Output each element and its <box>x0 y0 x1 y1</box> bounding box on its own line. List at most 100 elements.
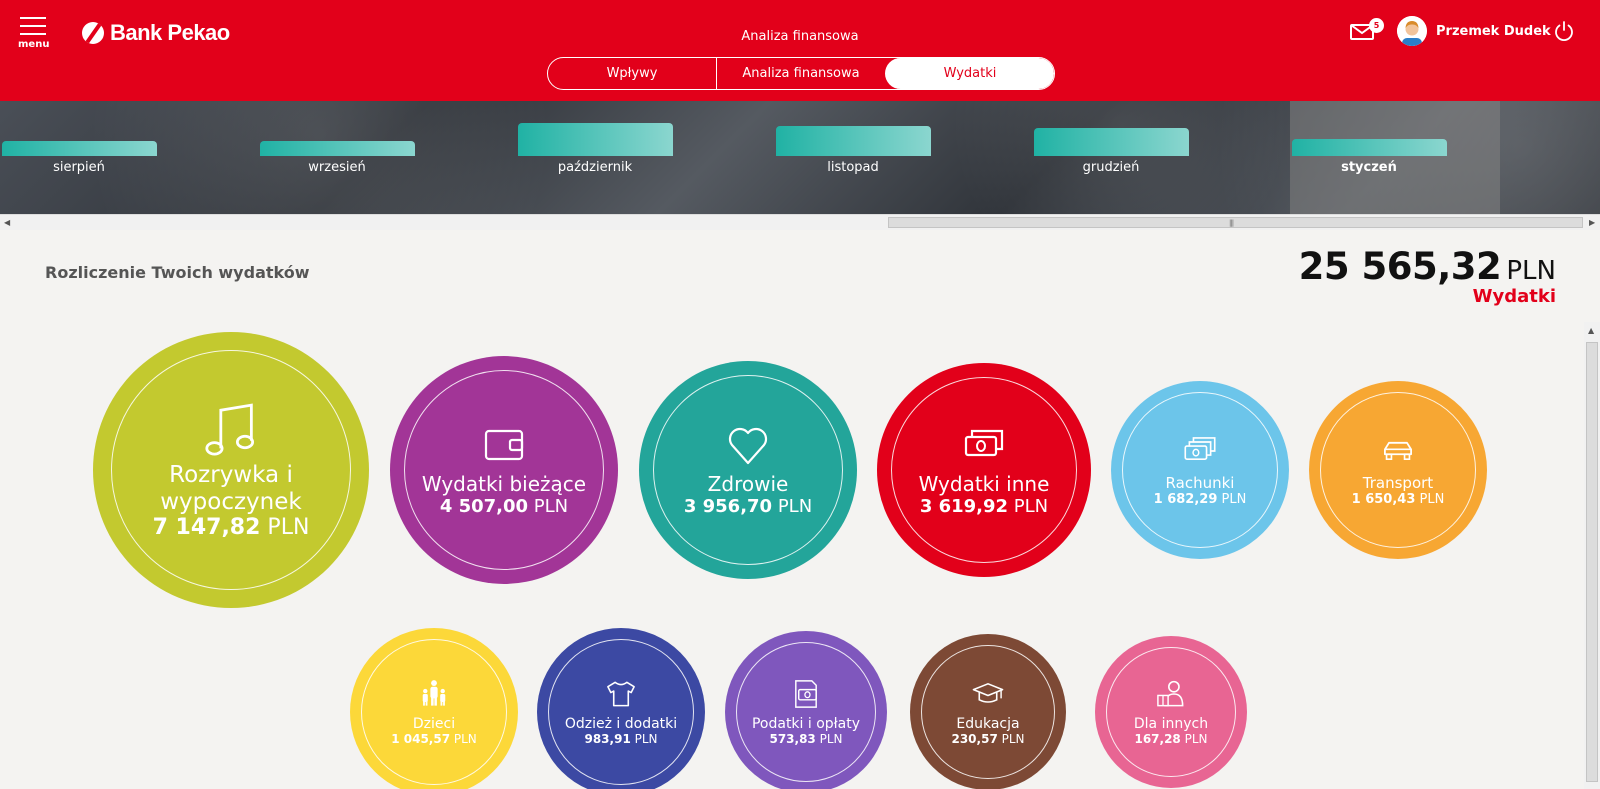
category-currency: PLN <box>450 732 477 747</box>
category-name: Podatki i opłaty <box>751 715 861 732</box>
category-amount: 3 619,92 PLN <box>920 496 1048 517</box>
month-bar <box>1292 139 1447 156</box>
bubble-content: Edukacja 230,57 PLN <box>951 678 1025 746</box>
hamburger-icon <box>20 17 46 19</box>
month-label: wrzesień <box>308 160 366 175</box>
category-amount-value: 167,28 <box>1134 732 1181 747</box>
category-name: Rachunki <box>1165 473 1235 492</box>
month-wrzesien[interactable]: wrzesień <box>258 101 516 214</box>
total-amount: 25 565,32 <box>1298 245 1502 288</box>
grip-icon: ||| <box>1229 219 1234 227</box>
category-amount-value: 230,57 <box>951 732 998 747</box>
category-bubble-zdrowie[interactable]: Zdrowie 3 956,70 PLN <box>639 361 857 579</box>
total-currency: PLN <box>1506 256 1556 286</box>
category-amount-value: 3 956,70 <box>683 496 773 517</box>
months-strip: sierpień wrzesień październik listopad g… <box>0 101 1600 214</box>
month-label: październik <box>557 160 633 175</box>
category-bubble-dla-innych[interactable]: Dla innych 167,28 PLN <box>1095 636 1247 788</box>
category-amount: 1 682,29 PLN <box>1154 492 1247 507</box>
month-label: sierpień <box>53 160 105 175</box>
month-styczen[interactable]: styczeń <box>1290 101 1500 214</box>
vertical-scroll-thumb[interactable] <box>1586 342 1598 782</box>
category-name: Dzieci <box>412 715 456 732</box>
banknotes-icon <box>962 423 1006 473</box>
bubble-content: Dla innych 167,28 PLN <box>1134 678 1208 746</box>
category-bubble-rozrywka-i-wypoczynek[interactable]: Rozrywka i wypoczynek 7 147,82 PLN <box>93 332 369 608</box>
category-amount: 230,57 PLN <box>951 732 1024 746</box>
category-bubble-podatki-i-oplaty[interactable]: Podatki i opłaty 573,83 PLN <box>725 631 887 789</box>
bubble-content: Dzieci 1 045,57 PLN <box>391 678 477 746</box>
vertical-scrollbar[interactable]: ▲ <box>1584 322 1600 789</box>
category-bubble-transport[interactable]: Transport 1 650,43 PLN <box>1309 381 1487 559</box>
month-listopad[interactable]: listopad <box>774 101 1032 214</box>
category-amount-value: 1 045,57 <box>391 732 451 747</box>
category-bubble-wydatki-biezace[interactable]: Wydatki bieżące 4 507,00 PLN <box>390 356 618 584</box>
category-bubble-rachunki[interactable]: Rachunki 1 682,29 PLN <box>1111 381 1289 559</box>
power-icon[interactable] <box>1553 20 1575 42</box>
month-label: styczeń <box>1341 160 1397 175</box>
category-currency: PLN <box>997 732 1025 747</box>
scroll-up-icon[interactable]: ▲ <box>1588 326 1594 335</box>
wallet-icon <box>482 423 526 473</box>
gift-person-icon <box>1155 678 1187 716</box>
category-currency: PLN <box>772 496 813 517</box>
category-amount-value: 3 619,92 <box>919 496 1009 517</box>
scroll-left-icon[interactable]: ◀ <box>4 218 10 227</box>
month-label: listopad <box>827 160 879 175</box>
section-tabs: Wpływy Analiza finansowa Wydatki <box>547 57 1055 90</box>
user-name[interactable]: Przemek Dudek <box>1436 24 1551 39</box>
category-bubble-dzieci[interactable]: Dzieci 1 045,57 PLN <box>350 628 518 789</box>
category-amount-value: 573,83 <box>769 732 816 747</box>
category-bubble-wydatki-inne[interactable]: Wydatki inne 3 619,92 PLN <box>877 363 1091 577</box>
messages-count-badge: 5 <box>1369 18 1384 33</box>
category-amount: 7 147,82 PLN <box>153 515 310 540</box>
month-grudzien[interactable]: grudzień <box>1032 101 1290 214</box>
category-name: Wydatki inne <box>918 472 1050 496</box>
category-currency: PLN <box>1008 496 1049 517</box>
total-label: Wydatki <box>1472 286 1556 307</box>
month-bar <box>518 123 673 156</box>
summary-title: Rozliczenie Twoich wydatków <box>45 263 310 282</box>
bubble-content: Odzież i dodatki 983,91 PLN <box>565 678 677 746</box>
category-bubble-odziez-i-dodatki[interactable]: Odzież i dodatki 983,91 PLN <box>537 628 705 789</box>
month-bar <box>2 141 157 156</box>
category-currency: PLN <box>630 732 658 747</box>
horizontal-scrollbar[interactable]: ◀ ||| ▶ <box>0 214 1600 230</box>
scroll-right-icon[interactable]: ▶ <box>1589 218 1595 227</box>
category-currency: PLN <box>260 514 310 540</box>
month-sierpien[interactable]: sierpień <box>0 101 258 214</box>
tab-wplywy[interactable]: Wpływy <box>548 58 716 89</box>
horizontal-scroll-thumb[interactable]: ||| <box>888 217 1583 228</box>
category-currency: PLN <box>528 496 569 517</box>
bubble-content: Zdrowie 3 956,70 PLN <box>684 423 812 517</box>
category-amount: 167,28 PLN <box>1134 732 1207 746</box>
month-label: grudzień <box>1082 160 1140 175</box>
avatar[interactable] <box>1397 16 1427 46</box>
category-bubble-edukacja[interactable]: Edukacja 230,57 PLN <box>910 634 1066 789</box>
month-bar <box>776 126 931 156</box>
tab-analiza-finansowa[interactable]: Analiza finansowa <box>716 58 885 89</box>
category-name: Odzież i dodatki <box>564 715 678 732</box>
category-amount-value: 983,91 <box>584 732 631 747</box>
category-amount-value: 7 147,82 <box>152 514 261 540</box>
tax-document-icon <box>790 678 822 716</box>
bubble-content: Wydatki inne 3 619,92 PLN <box>918 423 1050 517</box>
category-name: Edukacja <box>956 715 1020 732</box>
car-icon <box>1380 433 1416 475</box>
category-amount: 1 045,57 PLN <box>391 732 477 746</box>
category-amount: 4 507,00 PLN <box>440 496 568 517</box>
category-name: Zdrowie <box>707 472 789 496</box>
category-name: Dla innych <box>1133 715 1209 732</box>
total-expenses: 25 565,32 PLN Wydatki <box>1299 245 1556 307</box>
category-amount-value: 1 682,29 <box>1153 492 1218 508</box>
category-amount-value: 4 507,00 <box>439 496 529 517</box>
graduation-cap-icon <box>972 678 1004 716</box>
tab-wydatki[interactable]: Wydatki <box>885 58 1054 89</box>
category-amount: 983,91 PLN <box>584 732 657 746</box>
category-amount: 3 956,70 PLN <box>684 496 812 517</box>
bills-icon <box>1182 433 1218 475</box>
category-name: Transport <box>1362 473 1434 492</box>
category-currency: PLN <box>1217 492 1247 508</box>
category-amount-value: 1 650,43 <box>1351 492 1416 508</box>
month-pazdziernik[interactable]: październik <box>516 101 774 214</box>
